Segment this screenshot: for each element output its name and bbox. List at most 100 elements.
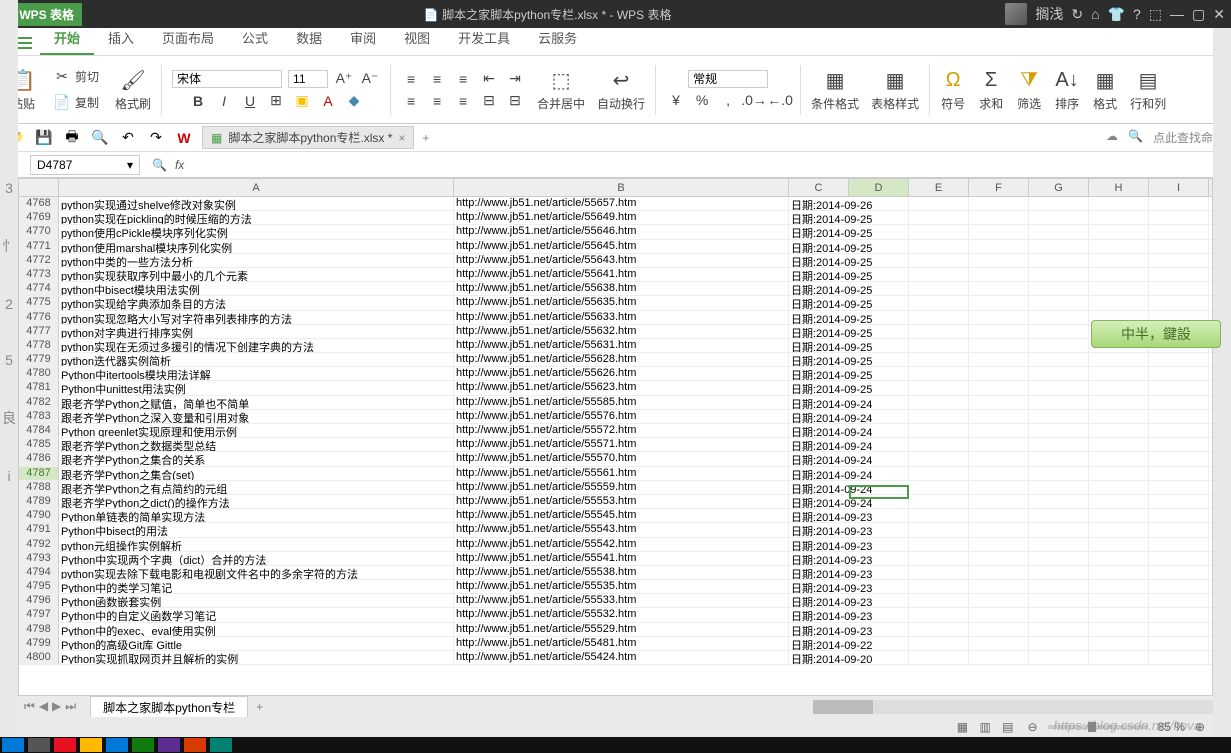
shirt-icon[interactable]: 👕 [1108,6,1125,23]
dist-v-icon[interactable]: ⊟ [505,91,525,111]
col-header-H[interactable]: H [1089,179,1149,196]
refresh-icon[interactable]: ↻ [1071,6,1083,23]
row-header[interactable]: 4793 [19,552,59,565]
table-row[interactable]: 4781Python中unittest用法实例http://www.jb51.n… [19,381,1212,395]
row-header[interactable]: 4799 [19,637,59,650]
dec-decimal-icon[interactable]: ←.0 [770,90,790,110]
row-header[interactable]: 4795 [19,580,59,593]
row-header[interactable]: 4791 [19,523,59,536]
symbol-button[interactable]: Ω符号 [936,67,970,112]
row-header[interactable]: 4769 [19,211,59,224]
format-button[interactable]: ▦格式 [1088,67,1122,112]
table-row[interactable]: 4799Python的高级Git库 Gittlehttp://www.jb51.… [19,637,1212,651]
zoom-out-icon[interactable]: ⊖ [1028,720,1038,734]
search-icon[interactable]: 🔍 [1128,129,1143,146]
number-format-select[interactable] [688,70,768,88]
cond-format-button[interactable]: ▦条件格式 [807,67,863,112]
align-right-icon[interactable]: ≡ [453,91,473,111]
tab-first-icon[interactable]: ⏮ [24,699,35,714]
table-row[interactable]: 4768python实现通过shelve修改对象实例http://www.jb5… [19,197,1212,211]
table-row[interactable]: 4791Python中bisect的用法http://www.jb51.net/… [19,523,1212,537]
row-header[interactable]: 4781 [19,381,59,394]
table-row[interactable]: 4772python中类的一些方法分析http://www.jb51.net/a… [19,254,1212,268]
close-icon[interactable]: ✕ [1213,6,1225,23]
minimize-icon[interactable]: — [1170,6,1184,22]
row-header[interactable]: 4790 [19,509,59,522]
spreadsheet[interactable]: ABCDEFGHI 4768python实现通过shelve修改对象实例http… [18,178,1213,697]
tab-next-icon[interactable]: ▶ [52,699,61,714]
add-sheet-icon[interactable]: + [256,700,263,714]
row-header[interactable]: 4785 [19,438,59,451]
row-header[interactable]: 4797 [19,608,59,621]
row-header[interactable]: 4773 [19,268,59,281]
menu-视图[interactable]: 视图 [390,22,444,55]
table-row[interactable]: 4783跟老齐学Python之深入变量和引用对象http://www.jb51.… [19,410,1212,424]
menu-审阅[interactable]: 审阅 [336,22,390,55]
font-size-select[interactable] [288,70,328,88]
row-header[interactable]: 4782 [19,396,59,409]
col-header-E[interactable]: E [909,179,969,196]
table-row[interactable]: 4797Python中的自定义函数学习笔记http://www.jb51.net… [19,608,1212,622]
table-row[interactable]: 4771python使用marshal模块序列化实例http://www.jb5… [19,240,1212,254]
horizontal-scrollbar[interactable] [813,700,1213,714]
tab-last-icon[interactable]: ⏭ [65,699,76,714]
row-header[interactable]: 4771 [19,240,59,253]
row-header[interactable]: 4780 [19,367,59,380]
table-row[interactable]: 4773python实现获取序列中最小的几个元素http://www.jb51.… [19,268,1212,282]
table-row[interactable]: 4786跟老齐学Python之集合的关系http://www.jb51.net/… [19,452,1212,466]
row-header[interactable]: 4786 [19,452,59,465]
col-header-I[interactable]: I [1149,179,1209,196]
fill-color-icon[interactable]: ▣ [292,91,312,111]
row-header[interactable]: 4794 [19,566,59,579]
windows-taskbar[interactable] [0,737,1231,753]
comma-icon[interactable]: , [718,90,738,110]
menu-页面布局[interactable]: 页面布局 [148,22,228,55]
row-header[interactable]: 4779 [19,353,59,366]
col-header-D[interactable]: D [849,179,909,196]
name-box[interactable]: D4787▾ [30,155,140,175]
fx-search-icon[interactable]: 🔍 [152,158,167,172]
underline-icon[interactable]: U [240,91,260,111]
table-row[interactable]: 4793Python中实现两个字典（dict）合并的方法http://www.j… [19,552,1212,566]
copy-button[interactable]: 📄复制 [48,91,103,115]
font-select[interactable] [172,70,282,88]
table-row[interactable]: 4788跟老齐学Python之有点简约的元组http://www.jb51.ne… [19,481,1212,495]
italic-icon[interactable]: I [214,91,234,111]
avatar[interactable] [1005,3,1027,25]
row-header[interactable]: 4772 [19,254,59,267]
row-header[interactable]: 4770 [19,225,59,238]
col-header-F[interactable]: F [969,179,1029,196]
table-row[interactable]: 4792python元组操作实例解析http://www.jb51.net/ar… [19,538,1212,552]
sort-button[interactable]: A↓排序 [1050,67,1084,112]
dist-h-icon[interactable]: ⊟ [479,91,499,111]
table-row[interactable]: 4779python迭代器实例简析http://www.jb51.net/art… [19,353,1212,367]
cloud-icon[interactable]: ☁ [1106,129,1118,146]
row-header[interactable]: 4796 [19,594,59,607]
menu-开始[interactable]: 开始 [40,22,94,55]
table-row[interactable]: 4782跟老齐学Python之赋值，简单也不简单http://www.jb51.… [19,396,1212,410]
align-left-icon[interactable]: ≡ [401,91,421,111]
home-icon[interactable]: ⌂ [1091,6,1099,22]
table-row[interactable]: 4777python对字典进行排序实例http://www.jb51.net/a… [19,325,1212,339]
table-row[interactable]: 4790Python单链表的简单实现方法http://www.jb51.net/… [19,509,1212,523]
inc-font-icon[interactable]: A⁺ [334,69,354,89]
currency-icon[interactable]: ¥ [666,90,686,110]
sum-button[interactable]: Σ求和 [974,67,1008,112]
highlight-icon[interactable]: ◆ [344,91,364,111]
print-icon[interactable]: 🖶 [62,128,82,148]
font-color-icon[interactable]: A [318,91,338,111]
percent-icon[interactable]: % [692,90,712,110]
view-break-icon[interactable]: ▤ [998,720,1017,734]
table-row[interactable]: 4776python实现忽略大小写对字符串列表排序的方法http://www.j… [19,311,1212,325]
table-row[interactable]: 4798Python中的exec、eval使用实例http://www.jb51… [19,623,1212,637]
row-header[interactable]: 4778 [19,339,59,352]
menu-数据[interactable]: 数据 [282,22,336,55]
indent-dec-icon[interactable]: ⇤ [479,69,499,89]
maximize-icon[interactable]: ▢ [1192,6,1205,23]
format-painter-button[interactable]: 🖌格式刷 [111,67,155,112]
row-header[interactable]: 4774 [19,282,59,295]
filter-button[interactable]: ⧩筛选 [1012,67,1046,112]
align-mid-icon[interactable]: ≡ [427,69,447,89]
table-row[interactable]: 4787跟老齐学Python之集合(set)http://www.jb51.ne… [19,467,1212,481]
row-header[interactable]: 4792 [19,538,59,551]
